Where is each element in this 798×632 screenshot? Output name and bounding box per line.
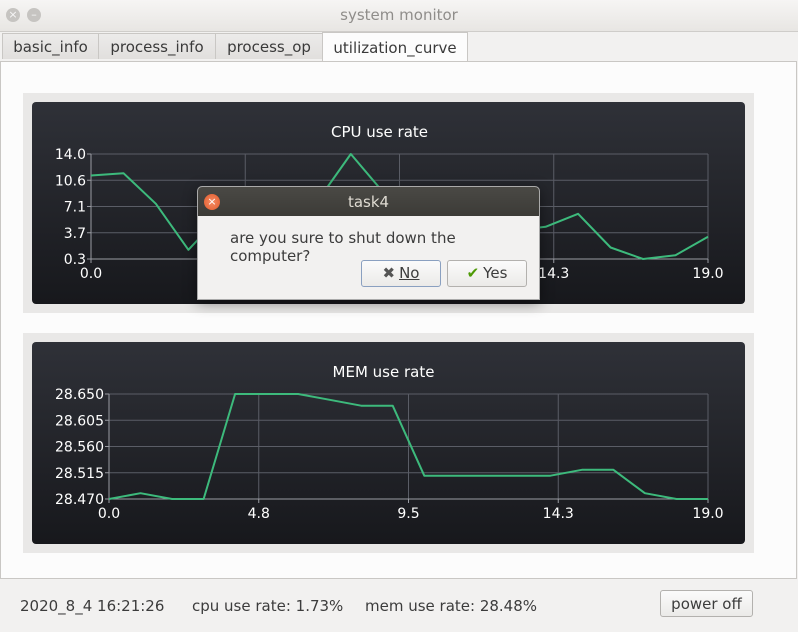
tab-utilization-curve[interactable]: utilization_curve xyxy=(322,32,468,61)
y-tick-label: 28.515 xyxy=(55,466,104,482)
dialog-title: task4 xyxy=(347,193,390,211)
no-button-label: No xyxy=(399,264,420,282)
yes-button[interactable]: ✔ Yes xyxy=(447,260,527,287)
y-tick-label: 28.650 xyxy=(55,387,104,403)
tab-basic-info[interactable]: basic_info xyxy=(2,33,99,59)
mem-chart: MEM use rate 0.0 4.8 9.5 14.3 19.0 28.650 28.60… xyxy=(32,342,745,544)
x-tick-label: 14.3 xyxy=(538,266,569,282)
y-tick-label: 10.6 xyxy=(55,173,86,189)
window-title: system monitor xyxy=(340,6,458,24)
confirm-dialog: × task4 are you sure to shut down the co… xyxy=(197,186,540,300)
mem-chart-svg: MEM use rate 0.0 4.8 9.5 14.3 19.0 28.650 28.60… xyxy=(55,363,724,522)
tab-process-op[interactable]: process_op xyxy=(215,33,323,59)
y-tick-label: 28.560 xyxy=(55,440,104,456)
chart-title: MEM use rate xyxy=(333,363,435,381)
check-icon: ✔ xyxy=(466,264,480,282)
yes-button-label: Yes xyxy=(483,264,508,282)
utilization-panel: CPU use rate 0.0 4.8 9.5 14.3 19.0 14.0 10.6 7.1… xyxy=(0,61,797,579)
x-tick-label: 4.8 xyxy=(248,506,270,522)
dialog-titlebar: × task4 xyxy=(198,187,539,216)
x-icon: ✖ xyxy=(382,264,396,282)
x-tick-label: 0.0 xyxy=(80,266,102,282)
tab-process-info[interactable]: process_info xyxy=(98,33,216,59)
x-tick-label: 14.3 xyxy=(543,506,574,522)
y-tick-label: 0.3 xyxy=(64,252,86,268)
status-mem: mem use rate: 28.48% xyxy=(365,597,538,615)
y-tick-label: 14.0 xyxy=(55,147,86,163)
chart-title: CPU use rate xyxy=(331,123,428,141)
status-cpu: cpu use rate: 1.73% xyxy=(192,597,344,615)
x-tick-label: 0.0 xyxy=(98,506,120,522)
y-tick-label: 7.1 xyxy=(64,200,86,216)
x-tick-label: 9.5 xyxy=(397,506,419,522)
mem-chart-frame: MEM use rate 0.0 4.8 9.5 14.3 19.0 28.650 28.60… xyxy=(23,333,754,553)
x-tick-label: 19.0 xyxy=(692,506,723,522)
y-tick-label: 28.470 xyxy=(55,492,104,508)
x-tick-label: 19.0 xyxy=(692,266,723,282)
no-button[interactable]: ✖ No xyxy=(361,260,441,287)
power-off-button[interactable]: power off xyxy=(660,590,753,617)
y-tick-label: 28.605 xyxy=(55,413,104,429)
status-datetime: 2020_8_4 16:21:26 xyxy=(20,597,165,615)
y-tick-label: 3.7 xyxy=(64,226,86,242)
window-titlebar: × – system monitor xyxy=(0,0,798,32)
